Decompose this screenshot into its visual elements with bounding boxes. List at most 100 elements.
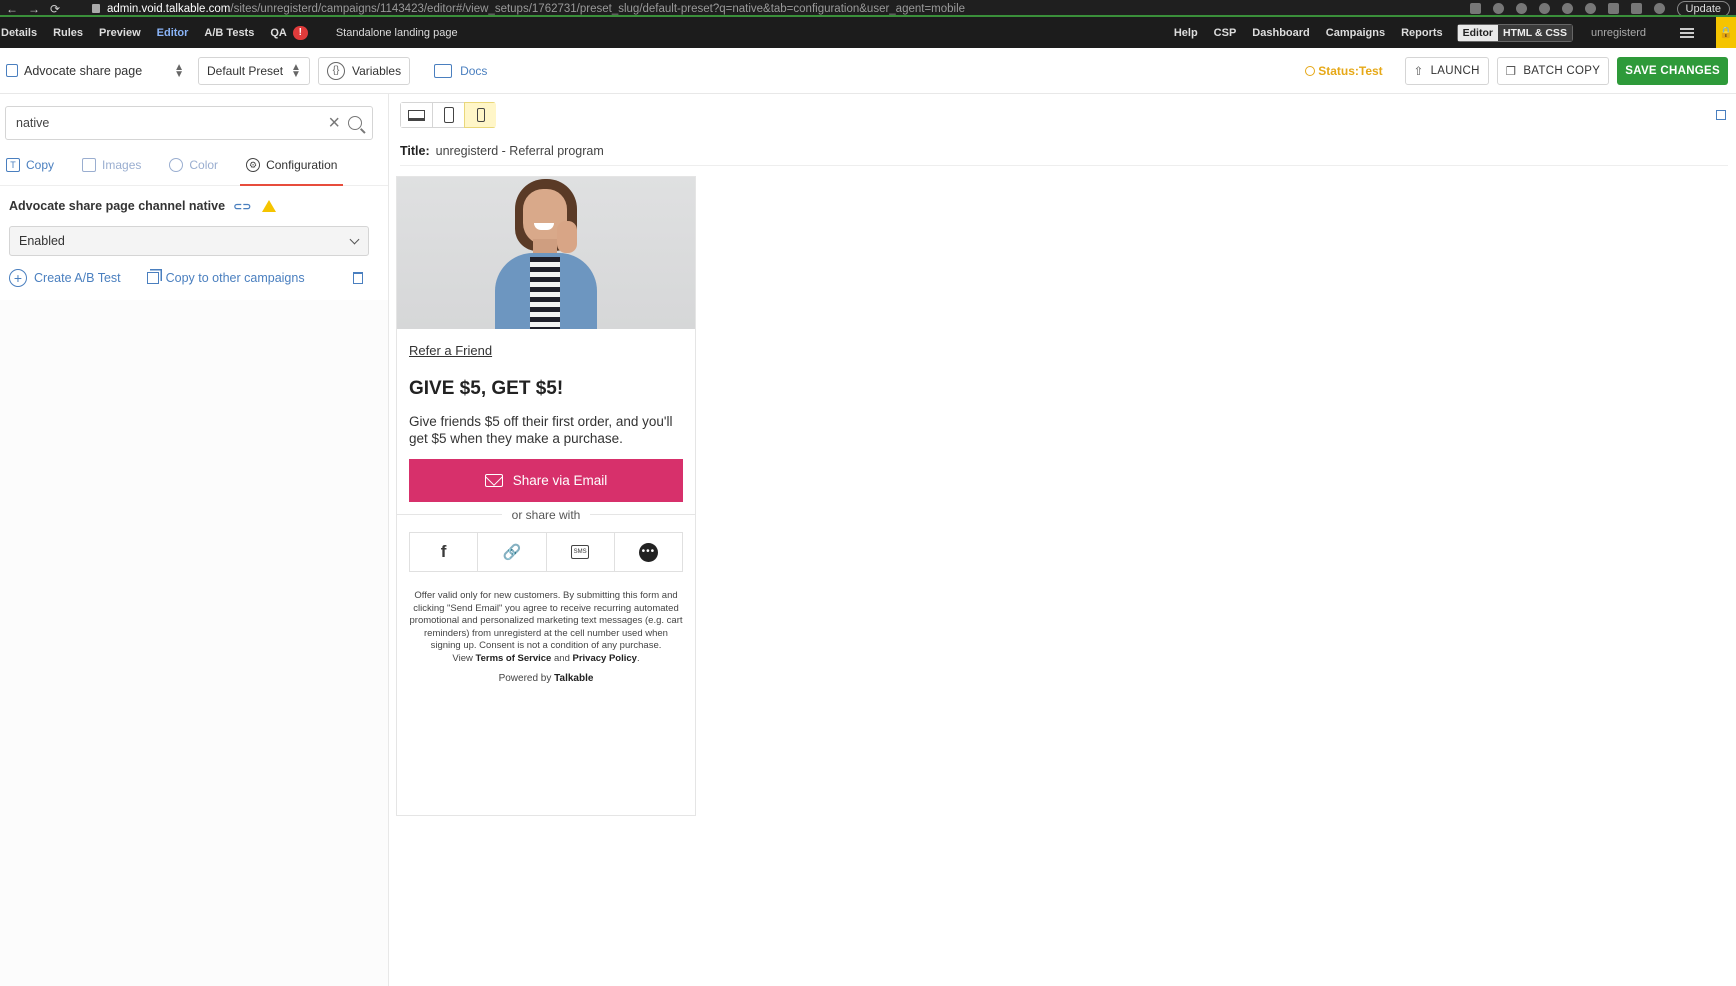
back-arrow-icon[interactable]: ← (6, 3, 18, 15)
editor-mode-button[interactable]: Editor (1457, 24, 1498, 41)
nav-editor[interactable]: Editor (149, 17, 197, 48)
nav-details[interactable]: Details (0, 17, 45, 48)
tab-configuration[interactable]: ⚙ Configuration (240, 145, 344, 186)
puzzle-icon[interactable] (1607, 3, 1619, 14)
create-ab-test-button[interactable]: + Create A/B Test (9, 269, 121, 287)
nav-preview[interactable]: Preview (91, 17, 149, 48)
html-css-mode-button[interactable]: HTML & CSS (1497, 24, 1572, 41)
more-share-button[interactable]: ••• (615, 533, 682, 571)
reload-icon[interactable]: ⟳ (50, 3, 60, 15)
rocket-icon: ⇧ (1413, 66, 1424, 78)
copy-icon: ❐ (1505, 66, 1517, 78)
nav-dashboard[interactable]: Dashboard (1244, 17, 1317, 48)
select-value: Enabled (19, 234, 65, 248)
sms-share-button[interactable]: SMS (547, 533, 615, 571)
preview-canvas: Title: unregisterd - Referral program Ref… (392, 94, 1736, 986)
search-box: × (5, 106, 373, 140)
share-icon[interactable] (1469, 3, 1481, 14)
url-host: admin.void.talkable.com (107, 2, 231, 15)
extension-icon[interactable] (1584, 3, 1596, 14)
nav-reports[interactable]: Reports (1393, 17, 1451, 48)
link-icon[interactable]: ⊂⊃ (233, 200, 251, 213)
setting-label-text: Advocate share page channel native (9, 199, 226, 213)
launch-button[interactable]: ⇧ LAUNCH (1404, 57, 1489, 85)
trash-icon[interactable] (353, 272, 363, 284)
tab-configuration-label: Configuration (266, 158, 338, 172)
menu-icon[interactable] (1680, 27, 1694, 38)
tablet-icon (443, 107, 454, 123)
legal-view: View (452, 652, 473, 664)
powered-by-label: Powered by (498, 673, 552, 684)
page-selector[interactable]: Advocate share page ▲ ▼ (6, 62, 190, 79)
hero-image (397, 177, 695, 329)
share-via-email-button[interactable]: Share via Email (409, 459, 683, 502)
extension-icon[interactable] (1538, 3, 1550, 14)
lock-icon (92, 4, 100, 13)
gear-icon: ⚙ (246, 158, 261, 172)
tab-copy-label: Copy (26, 158, 55, 172)
tablet-view-button[interactable] (432, 102, 465, 128)
terms-link[interactable]: Terms of Service (475, 653, 551, 664)
plus-icon: + (9, 269, 27, 287)
facebook-share-button[interactable]: f (410, 533, 479, 571)
nav-campaigns[interactable]: Campaigns (1318, 17, 1393, 48)
save-changes-button[interactable]: SAVE CHANGES (1617, 57, 1728, 85)
title-value: unregisterd - Referral program (435, 144, 604, 158)
editor-toolbar: Advocate share page ▲ ▼ Default Preset ▲ ▼… (0, 48, 1736, 94)
page-icon (6, 64, 18, 77)
warning-icon[interactable] (261, 200, 276, 212)
extension-icon[interactable] (1515, 3, 1527, 14)
mobile-preview-card: Refer a Friend GIVE $5, GET $5! Give fri… (396, 176, 696, 816)
search-icon[interactable] (348, 116, 362, 130)
address-bar[interactable]: admin.void.talkable.com/sites/unregister… (107, 3, 965, 15)
sidebar-icon[interactable] (1630, 3, 1642, 14)
nav-help[interactable]: Help (1166, 17, 1206, 48)
external-link-icon[interactable] (1716, 110, 1726, 120)
tab-color[interactable]: Color (163, 145, 224, 185)
or-share-label: or share with (501, 508, 591, 522)
batch-copy-button[interactable]: ❐ BATCH COPY (1496, 57, 1610, 85)
docs-link[interactable]: Docs (434, 63, 488, 78)
desktop-view-button[interactable] (400, 102, 433, 128)
preset-selector[interactable]: Default Preset ▲ ▼ (198, 56, 310, 85)
docs-label: Docs (460, 63, 488, 78)
search-input[interactable] (6, 116, 329, 130)
nav-ab-tests[interactable]: A/B Tests (196, 17, 262, 48)
clear-icon[interactable]: × (328, 113, 340, 133)
nav-qa[interactable]: QA! (262, 17, 316, 48)
privacy-link[interactable]: Privacy Policy (573, 653, 637, 664)
profile-avatar[interactable] (1653, 3, 1665, 14)
settings-tabs: T Copy Images Color ⚙ Configuration (0, 146, 388, 186)
lock-icon[interactable]: 🔒 (1716, 17, 1736, 48)
text-icon: T (6, 158, 20, 172)
talkable-brand-link[interactable]: Talkable (554, 673, 593, 684)
editor-mode-toggle: Editor HTML & CSS (1456, 23, 1573, 42)
tab-images[interactable]: Images (76, 145, 147, 185)
copy-icon (146, 272, 159, 284)
nav-csp[interactable]: CSP (1206, 17, 1245, 48)
refer-a-friend-heading: Refer a Friend (409, 343, 493, 358)
settings-panel: × T Copy Images Color ⚙ Configuration Advo… (0, 94, 389, 986)
star-icon[interactable] (1492, 3, 1504, 14)
channel-native-select[interactable]: Enabled (9, 226, 369, 256)
facebook-icon: f (440, 542, 447, 561)
tab-copy[interactable]: T Copy (0, 145, 60, 185)
extension-icon[interactable] (1561, 3, 1573, 14)
docs-icon (434, 63, 453, 78)
envelope-icon (484, 474, 503, 487)
page-title-row: Title: unregisterd - Referral program (400, 144, 1728, 166)
site-user-name[interactable]: unregisterd (1583, 17, 1654, 48)
launch-label: LAUNCH (1430, 65, 1480, 77)
copy-link-button[interactable]: 🔗 (478, 533, 547, 571)
nav-rules[interactable]: Rules (45, 17, 91, 48)
laptop-icon (408, 109, 425, 121)
device-switcher (400, 102, 496, 128)
forward-arrow-icon[interactable]: → (28, 3, 40, 15)
droplet-icon (169, 158, 184, 172)
legal-body: Offer valid only for new customers. By s… (409, 590, 683, 651)
copy-to-campaigns-button[interactable]: Copy to other campaigns (146, 271, 305, 285)
variables-button[interactable]: {} Variables (317, 56, 411, 85)
browser-nav: ← → ⟳ (0, 3, 90, 15)
status-dot-icon (1305, 66, 1316, 76)
mobile-view-button[interactable] (464, 102, 496, 128)
